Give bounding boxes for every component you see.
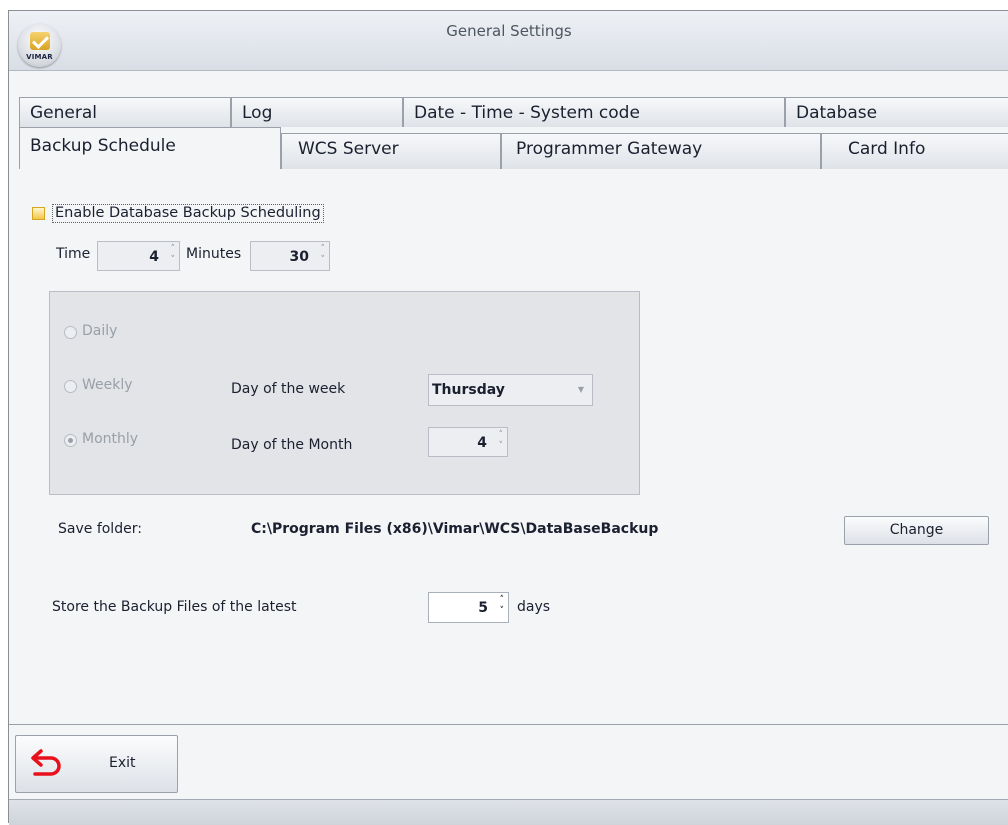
day-of-week-value: Thursday bbox=[432, 382, 505, 398]
chevron-down-icon[interactable]: ▼ bbox=[578, 385, 584, 394]
store-days-spinner[interactable]: 5 ˄ ˅ bbox=[428, 592, 509, 623]
store-days-value: 5 bbox=[478, 600, 488, 616]
save-folder-label: Save folder: bbox=[58, 521, 142, 537]
time-label: Time bbox=[56, 246, 91, 262]
title-bar: VIMAR General Settings bbox=[9, 11, 1008, 71]
save-folder-path: C:\Program Files (x86)\Vimar\WCS\DataBas… bbox=[251, 521, 659, 537]
tab-log[interactable]: Log bbox=[231, 97, 403, 127]
tab-database[interactable]: Database bbox=[785, 97, 1008, 127]
day-of-week-label: Day of the week bbox=[231, 381, 346, 397]
tab-wcs-server[interactable]: WCS Server bbox=[281, 133, 501, 169]
minutes-label: Minutes bbox=[186, 246, 242, 262]
day-of-month-spinner[interactable]: 4 ˄ ˅ bbox=[428, 427, 508, 457]
spinner-arrows-icon[interactable]: ˄ ˅ bbox=[321, 244, 326, 266]
monthly-radio[interactable] bbox=[64, 434, 77, 447]
enable-backup-label[interactable]: Enable Database Backup Scheduling bbox=[52, 204, 324, 223]
monthly-label[interactable]: Monthly bbox=[82, 431, 138, 447]
daily-label[interactable]: Daily bbox=[82, 323, 117, 339]
minutes-spinner[interactable]: 30 ˄ ˅ bbox=[250, 241, 330, 271]
day-of-month-label: Day of the Month bbox=[231, 437, 353, 453]
time-spinner[interactable]: 4 ˄ ˅ bbox=[97, 241, 180, 271]
change-folder-button[interactable]: Change bbox=[844, 516, 989, 545]
spinner-arrows-icon[interactable]: ˄ ˅ bbox=[499, 430, 504, 452]
store-backup-label: Store the Backup Files of the latest bbox=[52, 599, 297, 615]
minutes-value: 30 bbox=[289, 249, 309, 265]
window-title: General Settings bbox=[446, 22, 572, 40]
day-of-week-select[interactable]: Thursday ▼ bbox=[428, 374, 593, 406]
exit-button[interactable]: Exit bbox=[15, 735, 178, 793]
exit-back-arrow-icon bbox=[31, 749, 61, 776]
status-bar bbox=[9, 799, 1008, 825]
tab-card-info[interactable]: Card Info bbox=[821, 133, 1008, 169]
weekly-label[interactable]: Weekly bbox=[82, 377, 133, 393]
general-settings-window: VIMAR General Settings General Log Date … bbox=[8, 10, 1008, 825]
logo-text: VIMAR bbox=[26, 53, 53, 61]
weekly-radio[interactable] bbox=[64, 380, 77, 393]
spinner-arrows-icon[interactable]: ˄ ˅ bbox=[500, 595, 505, 617]
exit-label: Exit bbox=[109, 755, 136, 771]
spinner-arrows-icon[interactable]: ˄ ˅ bbox=[171, 244, 176, 266]
bottom-divider bbox=[9, 724, 1008, 725]
enable-backup-checkbox[interactable] bbox=[32, 207, 45, 220]
tab-backup-schedule[interactable]: Backup Schedule bbox=[19, 127, 281, 169]
tab-date-time-system-code[interactable]: Date - Time - System code bbox=[403, 97, 785, 127]
day-of-month-value: 4 bbox=[477, 435, 487, 451]
tab-general[interactable]: General bbox=[19, 97, 231, 127]
days-label: days bbox=[517, 599, 551, 615]
daily-radio[interactable] bbox=[64, 326, 77, 339]
time-value: 4 bbox=[149, 249, 159, 265]
tab-programmer-gateway[interactable]: Programmer Gateway bbox=[501, 133, 821, 169]
